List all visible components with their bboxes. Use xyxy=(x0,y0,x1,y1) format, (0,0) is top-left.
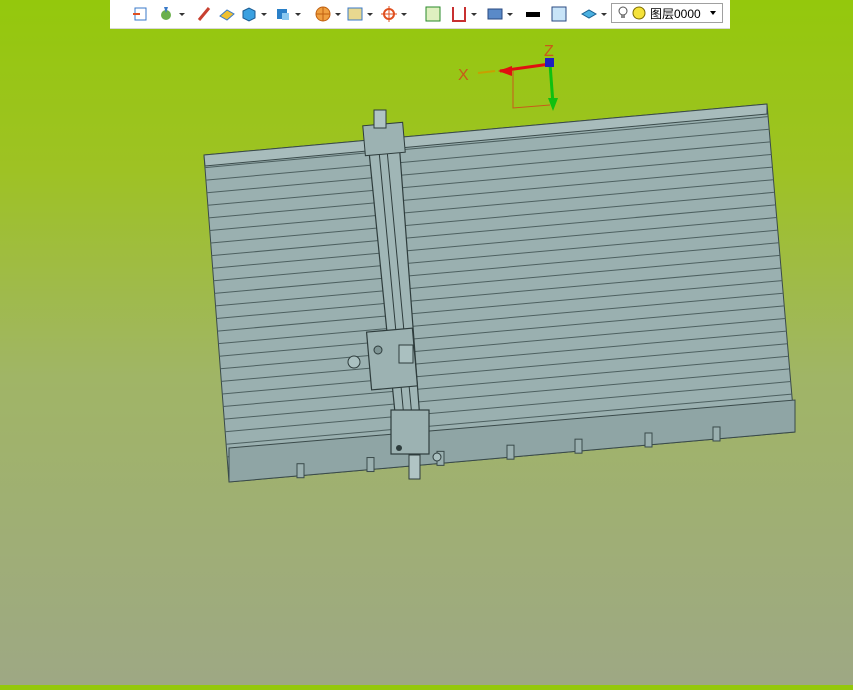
solid-box-icon xyxy=(242,7,256,22)
table-leg xyxy=(712,426,721,442)
3d-viewport[interactable]: X Z xyxy=(0,0,853,685)
table-leg xyxy=(296,463,305,479)
bottom-motor xyxy=(408,454,421,480)
table-leg xyxy=(644,432,653,448)
dropdown-arrow-icon[interactable] xyxy=(401,12,407,16)
view-frame-button[interactable] xyxy=(346,5,373,23)
dropdown-arrow-icon[interactable] xyxy=(261,12,267,16)
dropdown-arrow-icon[interactable] xyxy=(367,12,373,16)
dropdown-arrow-icon[interactable] xyxy=(471,12,477,16)
x-axis-label: X xyxy=(458,67,469,84)
solid-style-icon xyxy=(277,9,289,20)
solid-style-button[interactable] xyxy=(274,5,301,23)
line-color-button[interactable] xyxy=(524,5,542,23)
display-mode-icon xyxy=(487,8,503,20)
section-button[interactable] xyxy=(450,5,477,23)
line-color-icon xyxy=(526,12,540,17)
import-button[interactable] xyxy=(132,5,150,23)
table-leg xyxy=(366,457,375,473)
solid-box-button[interactable] xyxy=(240,5,267,23)
layer-name: 图层0000 xyxy=(650,6,701,21)
view-frame-icon xyxy=(347,7,363,21)
dropdown-arrow-icon[interactable] xyxy=(335,12,341,16)
axis-triad[interactable]: X Z xyxy=(458,43,558,111)
model-canvas[interactable]: X Z xyxy=(0,0,853,685)
section-icon xyxy=(452,7,466,22)
dropdown-arrow-icon[interactable] xyxy=(601,12,607,16)
layer-select[interactable]: 图层0000 xyxy=(611,3,723,23)
operation-button[interactable] xyxy=(158,5,185,23)
display-mode-button[interactable] xyxy=(486,5,513,23)
import-icon xyxy=(133,7,147,21)
eraser-icon xyxy=(219,9,235,21)
layer-color-icon[interactable] xyxy=(632,6,646,20)
table-leg xyxy=(574,438,583,454)
table-leg xyxy=(506,444,515,460)
snap-target-icon xyxy=(381,6,397,22)
operation-icon xyxy=(161,7,171,20)
layer-manager-icon xyxy=(580,9,598,19)
top-motor xyxy=(373,109,387,129)
dropdown-arrow-icon[interactable] xyxy=(507,12,513,16)
sketch-pen-button[interactable] xyxy=(196,5,214,23)
layer-manager-button[interactable] xyxy=(580,5,607,23)
dropdown-arrow-icon[interactable] xyxy=(295,12,301,16)
render-wheel-button[interactable] xyxy=(314,5,341,23)
zoom-fit-button[interactable] xyxy=(424,5,442,23)
snap-target-button[interactable] xyxy=(380,5,407,23)
fill-color-icon xyxy=(551,6,567,22)
eraser-button[interactable] xyxy=(218,5,236,23)
zoom-fit-icon xyxy=(425,6,441,22)
lightbulb-icon[interactable] xyxy=(617,6,629,20)
sketch-pen-icon xyxy=(197,7,211,21)
render-wheel-icon xyxy=(315,6,331,22)
fill-color-button[interactable] xyxy=(550,5,568,23)
dropdown-arrow-icon[interactable] xyxy=(179,12,185,16)
z-axis-label: Z xyxy=(544,43,554,60)
chevron-down-icon[interactable] xyxy=(710,11,716,15)
